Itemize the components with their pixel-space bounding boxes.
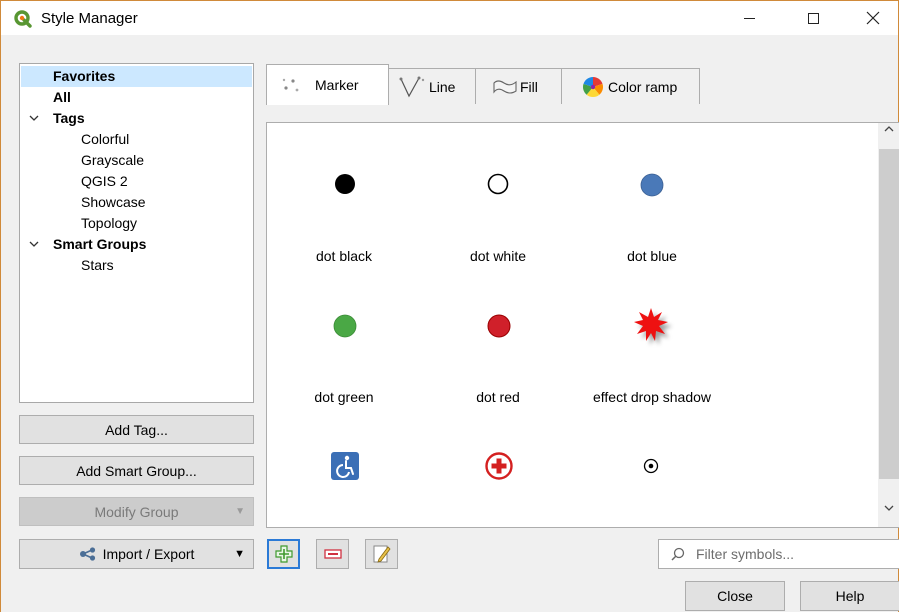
scroll-down-icon[interactable] — [884, 504, 894, 512]
import-export-label: Import / Export — [102, 546, 195, 562]
chevron-down-icon[interactable] — [29, 114, 39, 122]
tree-item-grayscale[interactable]: Grayscale — [21, 150, 252, 171]
close-icon — [866, 11, 880, 25]
tree-item-stars[interactable]: Stars — [21, 255, 252, 276]
maximize-icon — [807, 12, 819, 24]
blue-dot-icon[interactable] — [640, 173, 664, 197]
modify-group-label: Modify Group — [94, 503, 179, 520]
close-button[interactable]: Close — [685, 581, 785, 611]
green-dot-icon[interactable] — [333, 314, 357, 338]
remove-icon — [323, 549, 342, 559]
add-symbol-button[interactable] — [267, 539, 300, 569]
black-dot-icon[interactable] — [334, 173, 356, 195]
red-dot-icon[interactable] — [487, 314, 511, 338]
help-label: Help — [835, 588, 865, 604]
symbol-label: dot green — [314, 389, 374, 405]
help-button[interactable]: Help — [800, 581, 899, 611]
line-tab-icon — [399, 76, 425, 97]
window-title: Style Manager — [41, 10, 138, 27]
minimize-icon — [743, 17, 755, 19]
tree-item-colorful[interactable]: Colorful — [21, 129, 252, 150]
accessibility-icon[interactable] — [331, 452, 359, 480]
scroll-up-icon[interactable] — [884, 125, 894, 133]
filter-symbols-input[interactable] — [696, 544, 896, 564]
tab-label: Fill — [520, 78, 538, 95]
close-window-button[interactable] — [847, 1, 899, 35]
search-icon — [671, 547, 685, 561]
red-star-shadow-icon[interactable] — [631, 305, 675, 349]
tree-item-label: Tags — [53, 110, 85, 126]
marker-tab-icon — [282, 78, 299, 92]
symbol-label: dot red — [476, 389, 520, 405]
dropdown-arrow-icon: ▼ — [235, 506, 245, 517]
tab-label: Line — [429, 78, 456, 95]
tree-item-label: Showcase — [81, 194, 146, 210]
symbol-list[interactable] — [266, 122, 899, 528]
qgis-logo-icon — [14, 10, 32, 28]
edit-symbol-button[interactable] — [365, 539, 398, 569]
color-wheel-icon — [583, 76, 603, 97]
tab-line[interactable]: Line — [388, 68, 476, 104]
modify-group-button[interactable]: Modify Group ▼ — [19, 497, 254, 526]
style-manager-window: Style Manager Favorites All Tags Colorfu… — [0, 0, 899, 612]
remove-symbol-button[interactable] — [316, 539, 349, 569]
tab-label: Color ramp — [608, 78, 678, 95]
symbol-label: dot blue — [627, 248, 677, 264]
tree-item-qgis2[interactable]: QGIS 2 — [21, 171, 252, 192]
fill-tab-icon — [493, 79, 517, 94]
tab-marker[interactable]: Marker — [266, 64, 389, 105]
tree-item-label: Stars — [81, 257, 114, 273]
tree-item-label: All — [53, 89, 71, 105]
add-tag-button[interactable]: Add Tag... — [19, 415, 254, 444]
add-smart-group-button[interactable]: Add Smart Group... — [19, 456, 254, 485]
tab-fill[interactable]: Fill — [475, 68, 562, 104]
close-label: Close — [717, 588, 753, 604]
maximize-button[interactable] — [783, 1, 843, 35]
tree-item-favorites[interactable]: Favorites — [21, 66, 252, 87]
tree-item-label: QGIS 2 — [81, 173, 128, 189]
add-smart-group-label: Add Smart Group... — [76, 462, 197, 479]
symbol-label: dot white — [469, 248, 527, 264]
import-export-button[interactable]: Import / Export ▼ — [19, 539, 254, 569]
tab-color-ramp[interactable]: Color ramp — [561, 68, 700, 104]
tree-item-smart-groups[interactable]: Smart Groups — [21, 234, 252, 255]
minimize-button[interactable] — [719, 1, 779, 35]
share-icon — [79, 547, 95, 561]
edit-icon — [373, 545, 391, 563]
add-icon — [274, 545, 293, 563]
tree-item-label: Smart Groups — [53, 236, 147, 252]
tree-item-all[interactable]: All — [21, 87, 252, 108]
scrollbar-thumb[interactable] — [879, 149, 899, 479]
tree-item-topology[interactable]: Topology — [21, 213, 252, 234]
tree-item-label: Favorites — [53, 68, 116, 84]
tree-item-showcase[interactable]: Showcase — [21, 192, 252, 213]
title-bar: Style Manager — [1, 1, 898, 35]
tree-item-tags[interactable]: Tags — [21, 108, 252, 129]
chevron-down-icon[interactable] — [29, 240, 39, 248]
tree-item-label: Topology — [81, 215, 138, 231]
group-tree[interactable]: Favorites All Tags Colorful Grayscale QG… — [19, 63, 254, 403]
symbol-label: dot black — [315, 248, 373, 264]
red-cross-icon[interactable] — [485, 452, 513, 480]
dot-in-circle-icon[interactable] — [643, 458, 659, 474]
tree-item-label: Colorful — [81, 131, 130, 147]
white-dot-icon[interactable] — [487, 173, 509, 195]
dropdown-arrow-icon: ▼ — [234, 548, 245, 560]
filter-symbols-field[interactable] — [658, 539, 899, 569]
symbol-label: effect drop shadow — [592, 389, 712, 405]
tree-item-label: Grayscale — [81, 152, 145, 168]
tab-label: Marker — [315, 77, 359, 93]
add-tag-label: Add Tag... — [105, 421, 168, 438]
